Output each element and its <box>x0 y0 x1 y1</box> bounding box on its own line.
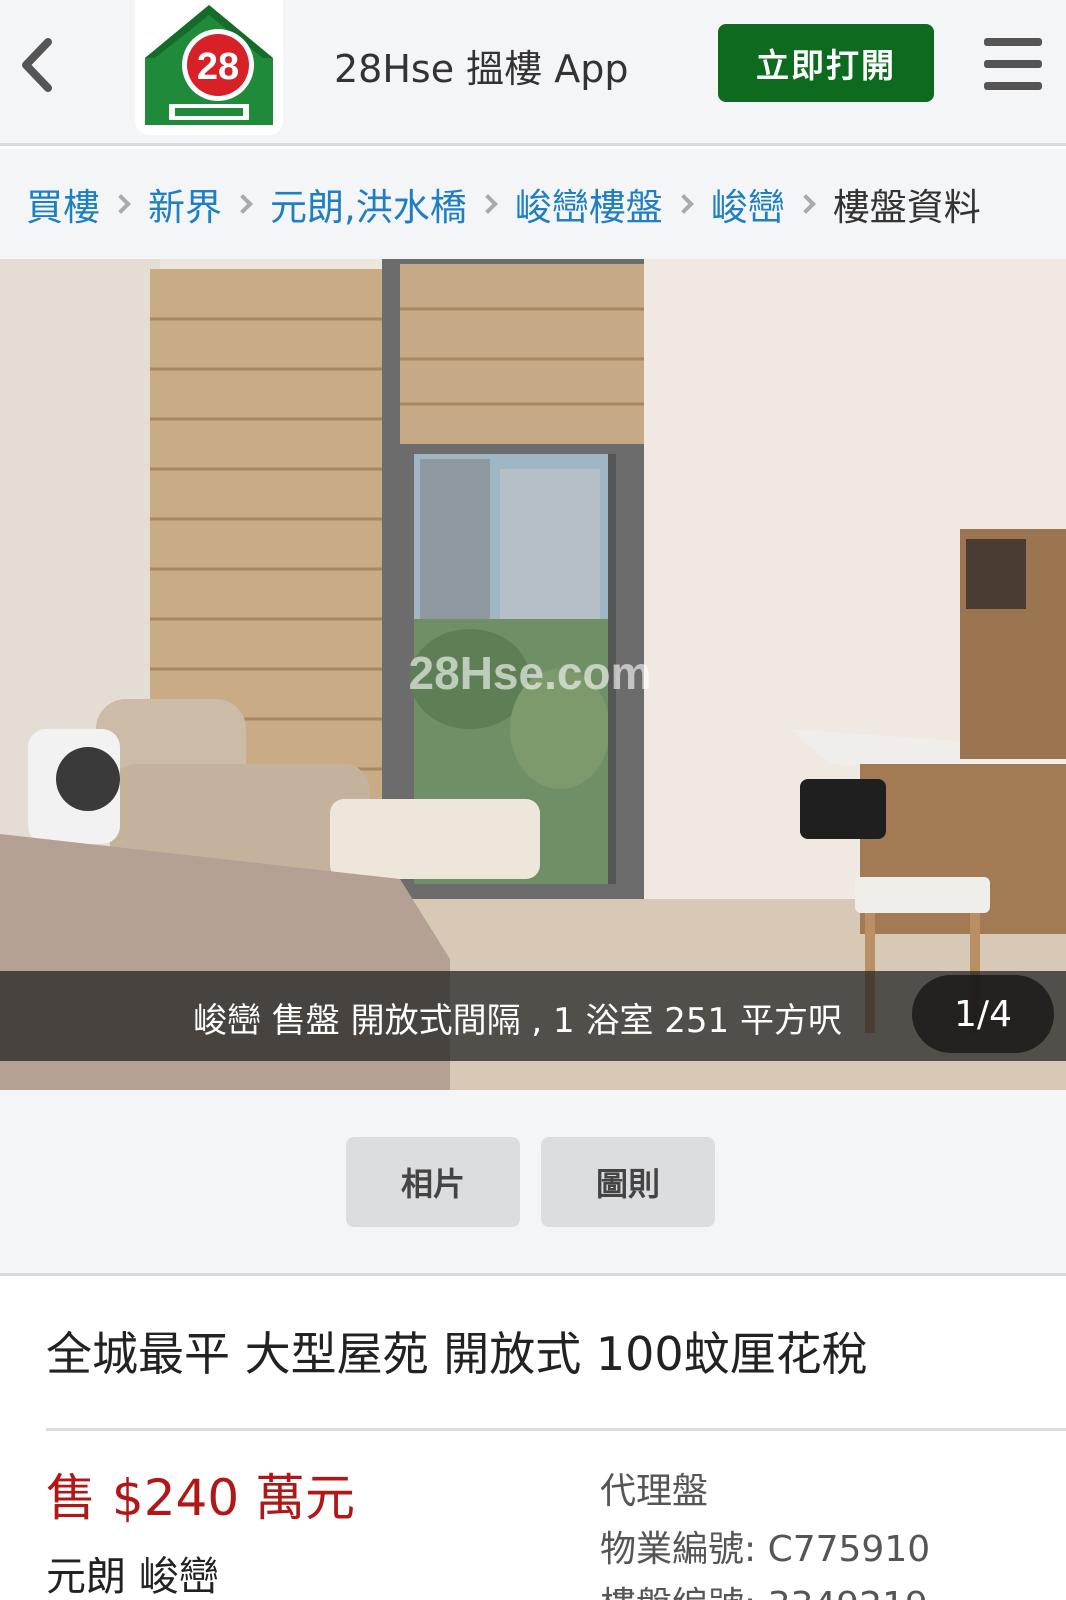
open-app-button[interactable]: 立即打開 <box>718 24 934 102</box>
breadcrumb-current: 樓盤資料 <box>832 186 981 229</box>
floor-plan-button[interactable]: 圖則 <box>541 1137 715 1227</box>
logo-text: 28 <box>197 46 239 88</box>
chevron-right-icon <box>233 194 253 214</box>
app-title: 28Hse 搵樓 App <box>334 47 629 91</box>
property-number: 物業編號: C775910 <box>600 1529 931 1570</box>
app-header: 28 28Hse 搵樓 App 立即打開 <box>0 0 1066 146</box>
app-logo[interactable]: 28 <box>135 0 283 135</box>
divider <box>46 1428 1066 1431</box>
chevron-right-icon <box>111 194 131 214</box>
listing-number: 樓盤編號: 3349219 <box>600 1576 928 1600</box>
breadcrumb-buy[interactable]: 買樓 <box>26 177 100 231</box>
chevron-right-icon <box>673 194 694 214</box>
listing-title: 全城最平 大型屋苑 開放式 100蚊厘花稅 <box>46 1327 868 1381</box>
back-arrow-icon[interactable] <box>8 30 68 100</box>
photo-caption: 峻巒 售盤 開放式間隔 , 1 浴室 251 平方呎 <box>193 1001 842 1041</box>
photos-button[interactable]: 相片 <box>346 1137 520 1227</box>
room-photo-illustration: 28Hse.com <box>0 259 1066 1090</box>
photo-counter: 1/4 <box>912 975 1054 1053</box>
listing-price: 售 $240 萬元 <box>46 1469 356 1527</box>
listing-location: 元朗 峻巒 <box>46 1554 219 1600</box>
media-tabs: 相片 圖則 <box>0 1090 1066 1276</box>
breadcrumb-new-territories[interactable]: 新界 <box>148 177 222 231</box>
agent-type: 代理盤 <box>600 1471 709 1512</box>
watermark-text: 28Hse.com <box>409 647 652 699</box>
breadcrumb-yuen-long[interactable]: 元朗,洪水橋 <box>270 177 467 231</box>
listing-photo[interactable]: 28Hse.com 峻巒 售盤 開放式間隔 , 1 浴室 251 平方呎 1/4 <box>0 259 1066 1090</box>
chevron-right-icon <box>795 194 816 214</box>
chevron-right-icon <box>477 194 498 214</box>
breadcrumb: 買樓 新界 元朗,洪水橋 峻巒樓盤 峻巒 樓盤資料 <box>0 149 1066 259</box>
breadcrumb-estate[interactable]: 峻巒 <box>711 177 785 231</box>
hamburger-menu-icon[interactable] <box>984 38 1042 90</box>
breadcrumb-estate-listings[interactable]: 峻巒樓盤 <box>515 177 663 231</box>
